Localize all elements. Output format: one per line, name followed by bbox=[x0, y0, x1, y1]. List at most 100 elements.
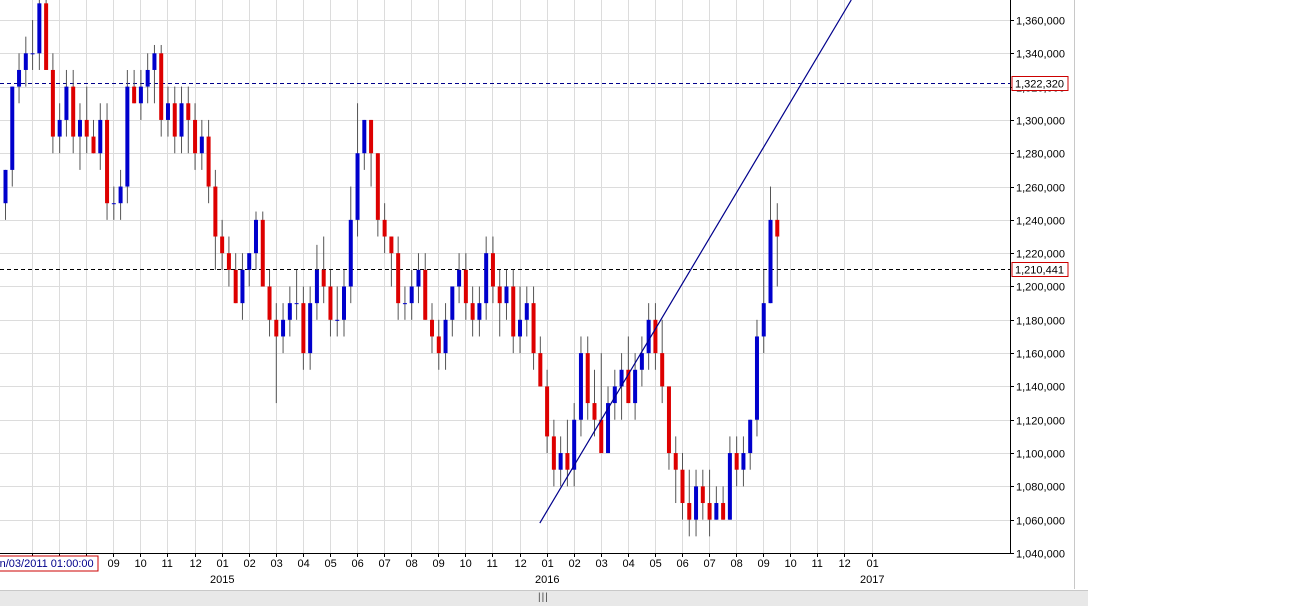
candle-body bbox=[551, 436, 556, 470]
candle-body bbox=[477, 303, 482, 320]
y-tick-label: 1,300,000 bbox=[1016, 116, 1065, 128]
current-price-line-label: 1,322,320 bbox=[1015, 79, 1064, 91]
right-blank-area bbox=[1075, 0, 1292, 589]
candle-body bbox=[84, 119, 89, 137]
candle-body bbox=[98, 119, 103, 154]
candle-body bbox=[531, 303, 536, 354]
candle-body bbox=[396, 253, 401, 304]
x-tick-label: 01 bbox=[217, 558, 229, 570]
x-tick-label: 11 bbox=[487, 558, 498, 570]
candle-body bbox=[694, 486, 699, 520]
candle-body bbox=[436, 336, 441, 354]
x-tick-label: 02 bbox=[569, 558, 581, 570]
x-tick-label: 09 bbox=[433, 558, 445, 570]
candle-body bbox=[721, 503, 726, 520]
candle-body bbox=[3, 169, 8, 204]
candle-body bbox=[247, 253, 252, 270]
candle-body bbox=[287, 303, 292, 320]
candle-body bbox=[199, 136, 204, 154]
x-tick-label: 01 bbox=[867, 558, 879, 570]
candle-body bbox=[423, 269, 428, 320]
candle-body bbox=[666, 386, 671, 454]
x-tick-label: 09 bbox=[758, 558, 770, 570]
x-tick-label: 08 bbox=[406, 558, 418, 570]
candle-body bbox=[267, 286, 272, 320]
x-tick-label: 04 bbox=[623, 558, 635, 570]
horizontal-scrollbar[interactable]: ||| bbox=[0, 590, 1088, 606]
y-tick-label: 1,360,000 bbox=[1016, 16, 1065, 28]
candle-body bbox=[409, 286, 414, 304]
candle-body bbox=[30, 53, 35, 55]
y-tick-label: 1,340,000 bbox=[1016, 49, 1065, 61]
candle-body bbox=[511, 286, 516, 337]
candle-body bbox=[145, 69, 150, 87]
year-label: 2017 bbox=[860, 574, 884, 586]
candle-body bbox=[23, 53, 28, 70]
y-tick-label: 1,120,000 bbox=[1016, 416, 1065, 428]
candle-body bbox=[375, 153, 380, 220]
candle-body bbox=[660, 353, 665, 387]
candle-body bbox=[585, 353, 590, 404]
candlestick-chart[interactable]: 1,040,000 1,060,000 1,080,000 1,100,000 1,12… bbox=[0, 0, 1292, 609]
candle-body bbox=[497, 286, 502, 304]
candle-body bbox=[727, 453, 732, 520]
x-tick-label: 10 bbox=[460, 558, 472, 570]
y-tick-label: 1,140,000 bbox=[1016, 382, 1065, 394]
y-tick-label: 1,240,000 bbox=[1016, 216, 1065, 228]
candle-body bbox=[179, 103, 184, 137]
candle-body bbox=[416, 269, 421, 287]
candle-body bbox=[680, 469, 685, 504]
candle-body bbox=[220, 236, 225, 254]
x-tick-label: 03 bbox=[596, 558, 608, 570]
candle-body bbox=[152, 53, 157, 70]
candle-body bbox=[294, 303, 299, 305]
candle-body bbox=[172, 103, 177, 137]
candle-body bbox=[545, 386, 550, 437]
candle-body bbox=[105, 119, 110, 204]
x-tick-label: 10 bbox=[785, 558, 797, 570]
y-tick-label: 1,060,000 bbox=[1016, 516, 1065, 528]
candle-body bbox=[301, 303, 306, 354]
candle-body bbox=[159, 53, 164, 120]
y-tick-label: 1,160,000 bbox=[1016, 349, 1065, 361]
x-tick-label: 01 bbox=[542, 558, 554, 570]
candle-body bbox=[457, 269, 462, 287]
y-tick-label: 1,220,000 bbox=[1016, 249, 1065, 261]
candle-body bbox=[17, 69, 22, 87]
candle-body bbox=[165, 103, 170, 120]
candle-body bbox=[226, 253, 231, 270]
y-tick-label: 1,260,000 bbox=[1016, 183, 1065, 195]
year-label: 2015 bbox=[210, 574, 234, 586]
candle-body bbox=[592, 403, 597, 420]
scroll-grip-icon[interactable]: ||| bbox=[538, 592, 549, 603]
x-tick-label: 06 bbox=[677, 558, 689, 570]
candle-body bbox=[565, 453, 570, 470]
candle-body bbox=[233, 269, 238, 304]
y-tick-label: 1,200,000 bbox=[1016, 282, 1065, 294]
candle bbox=[260, 211, 265, 287]
x-tick-label: 09 bbox=[108, 558, 120, 570]
candle-body bbox=[132, 86, 137, 104]
candle-body bbox=[64, 86, 69, 120]
candle-body bbox=[673, 453, 678, 470]
x-tick-label: 02 bbox=[244, 558, 256, 570]
candle-body bbox=[450, 286, 455, 320]
candle-body bbox=[328, 286, 333, 320]
y-tick-label: 1,280,000 bbox=[1016, 149, 1065, 161]
candle-body bbox=[524, 303, 529, 320]
candle-body bbox=[463, 269, 468, 304]
y-tick-label: 1,100,000 bbox=[1016, 449, 1065, 461]
candle-body bbox=[430, 319, 435, 337]
x-tick-label: 06 bbox=[352, 558, 364, 570]
candle-body bbox=[281, 319, 286, 337]
x-tick-label: 11 bbox=[162, 558, 173, 570]
x-tick-label: 03 bbox=[271, 558, 283, 570]
candle-body bbox=[125, 86, 130, 187]
candle-body bbox=[768, 219, 773, 304]
y-tick-label: 1,040,000 bbox=[1016, 549, 1065, 561]
candle-body bbox=[37, 3, 42, 54]
candle-body bbox=[111, 203, 116, 205]
candle-body bbox=[653, 319, 658, 354]
candle-body bbox=[633, 369, 638, 404]
candle-body bbox=[484, 253, 489, 304]
